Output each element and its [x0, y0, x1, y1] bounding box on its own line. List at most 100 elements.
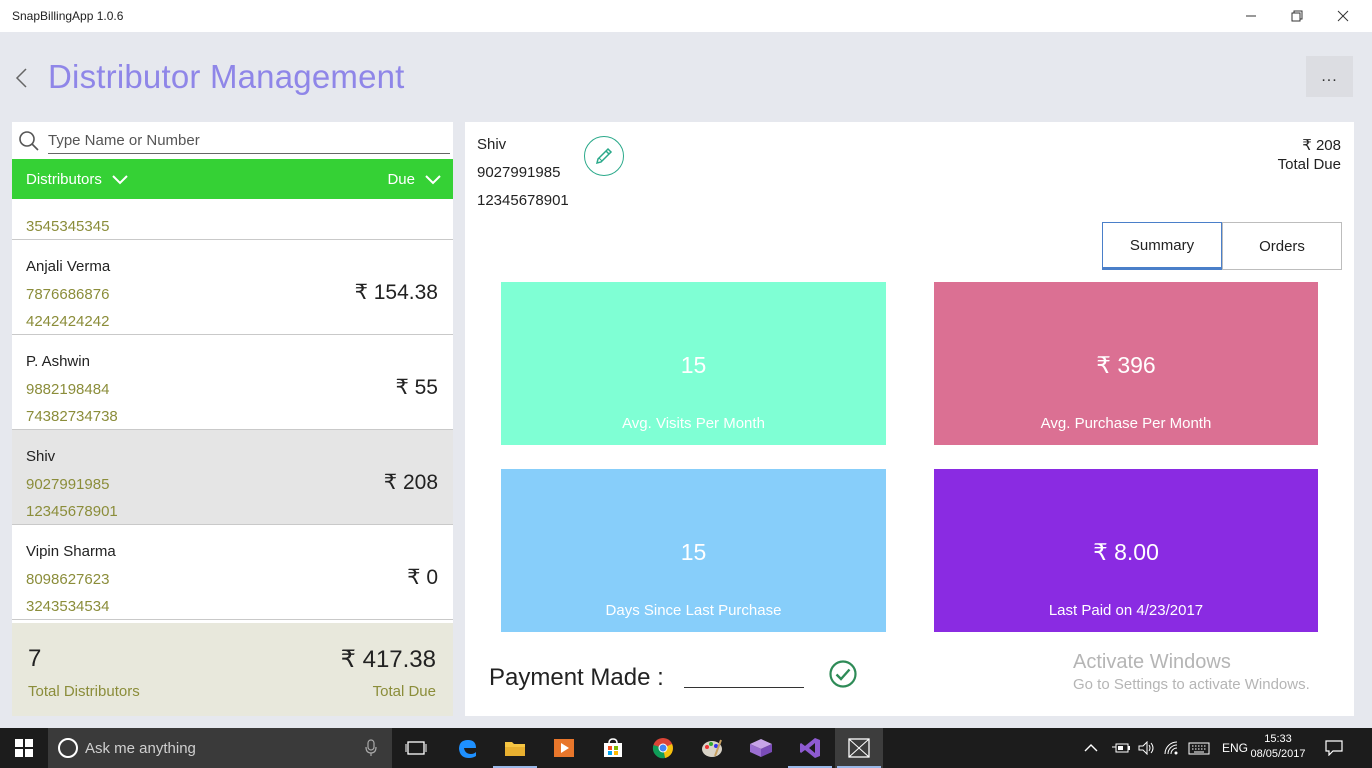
distributor-list-panel: Distributors Due 3545345345 Anjali Verma…	[12, 122, 453, 716]
back-button[interactable]	[10, 62, 34, 94]
confirm-payment-button[interactable]	[828, 659, 858, 689]
search-input[interactable]	[48, 128, 450, 154]
detail-due-label: Total Due	[1277, 156, 1341, 173]
stat-card-last-paid: ₹ 8.00 Last Paid on 4/23/2017	[934, 469, 1318, 632]
stat-card-avg-purchase: ₹ 396 Avg. Purchase Per Month	[934, 282, 1318, 445]
paint-button[interactable]	[688, 728, 736, 768]
distributor-name: Anjali Verma	[26, 258, 111, 275]
distributor-list[interactable]: 3545345345 Anjali Verma 7876686876 42424…	[12, 199, 453, 623]
total-distributors-count: 7	[28, 645, 42, 672]
search-icon	[19, 131, 39, 151]
total-distributors-label: Total Distributors	[28, 683, 140, 700]
list-item-selected[interactable]: Shiv 9027991985 12345678901 ₹ 208	[12, 430, 453, 525]
chrome-button[interactable]	[639, 728, 687, 768]
language-indicator[interactable]: ENG	[1222, 741, 1248, 755]
visual-studio-button[interactable]	[786, 728, 834, 768]
payment-made-label: Payment Made :	[489, 664, 664, 691]
list-item[interactable]: P. Ashwin 9882198484 74382734738 ₹ 55	[12, 335, 453, 430]
chevron-up-icon[interactable]	[1084, 743, 1098, 753]
store-bag-icon	[604, 738, 622, 757]
video-icon	[554, 739, 574, 757]
distributor-name: P. Ashwin	[26, 353, 90, 370]
distributor-phone1: 9882198484	[26, 381, 110, 398]
page-title: Distributor Management	[48, 58, 405, 95]
tab-summary[interactable]: Summary	[1102, 222, 1222, 270]
app-cube-icon	[750, 739, 772, 757]
stat-value: 15	[680, 539, 707, 565]
app-window-icon	[848, 738, 870, 758]
app-button[interactable]	[737, 728, 785, 768]
edge-icon	[459, 740, 476, 758]
distributor-phone2: 12345678901	[26, 503, 118, 520]
task-view-button[interactable]	[392, 728, 440, 768]
chevron-left-icon	[15, 68, 27, 88]
distributor-detail-panel: Shiv 9027991985 12345678901 ₹ 208 Total …	[465, 122, 1354, 716]
distributor-phone1: 9027991985	[26, 476, 110, 493]
payment-amount-input[interactable]	[684, 668, 804, 688]
cortana-icon	[58, 738, 78, 758]
clock-time: 15:33	[1264, 733, 1292, 745]
distributor-due: ₹ 55	[395, 376, 438, 399]
distributor-phone2: 3545345345	[26, 218, 110, 235]
activate-windows-title: Activate Windows	[1073, 651, 1231, 673]
detail-name: Shiv	[477, 136, 507, 153]
volume-icon[interactable]	[1138, 741, 1156, 755]
search-box	[12, 122, 453, 159]
keyboard-icon[interactable]	[1188, 741, 1210, 755]
system-tray: ENG	[1084, 728, 1248, 768]
folder-icon	[505, 742, 525, 756]
pencil-icon	[595, 147, 613, 165]
stat-label: Avg. Purchase Per Month	[1040, 415, 1212, 432]
file-explorer-button[interactable]	[491, 728, 539, 768]
list-header: Distributors Due	[12, 159, 453, 199]
minimize-icon	[1246, 15, 1256, 17]
edge-browser-button[interactable]	[443, 728, 491, 768]
restore-button[interactable]	[1274, 0, 1320, 32]
action-center-button[interactable]	[1310, 728, 1358, 768]
sort-due-button[interactable]: Due	[387, 171, 441, 188]
distributor-phone2: 4242424242	[26, 313, 110, 330]
list-item[interactable]: Anjali Verma 7876686876 4242424242 ₹ 154…	[12, 240, 453, 335]
window-title: SnapBillingApp 1.0.6	[12, 9, 124, 23]
stat-label: Avg. Visits Per Month	[622, 415, 765, 432]
distributor-name: Shiv	[26, 448, 56, 465]
tab-orders[interactable]: Orders	[1222, 222, 1342, 270]
task-view-icon	[405, 741, 427, 755]
detail-tabs: Summary Orders	[1102, 222, 1342, 270]
store-button[interactable]	[589, 728, 637, 768]
snapbilling-app-button[interactable]	[835, 728, 883, 768]
wifi-icon[interactable]	[1164, 741, 1180, 755]
close-icon	[1337, 10, 1349, 22]
clock[interactable]: 15:33 08/05/2017	[1246, 732, 1310, 762]
windows-logo-icon	[15, 739, 33, 757]
stat-card-avg-visits: 15 Avg. Visits Per Month	[501, 282, 886, 445]
total-due-amount: ₹ 417.38	[340, 646, 436, 673]
activate-windows-subtitle: Go to Settings to activate Windows.	[1073, 676, 1310, 693]
start-button[interactable]	[0, 728, 48, 768]
list-item[interactable]: 3545345345	[12, 199, 453, 240]
clock-date: 08/05/2017	[1250, 748, 1306, 760]
more-options-button[interactable]: ...	[1306, 56, 1353, 97]
distributor-name: Vipin Sharma	[26, 543, 116, 560]
minimize-button[interactable]	[1228, 0, 1274, 32]
restore-icon	[1291, 10, 1303, 22]
detail-phone2: 12345678901	[477, 192, 569, 209]
cortana-placeholder: Ask me anything	[85, 740, 196, 757]
detail-phone1: 9027991985	[477, 164, 561, 181]
list-item[interactable]: Vipin Sharma 8098627623 3243534534 ₹ 0	[12, 525, 453, 620]
total-due-label: Total Due	[372, 683, 436, 700]
distributor-phone1: 7876686876	[26, 286, 110, 303]
media-player-button[interactable]	[540, 728, 588, 768]
sort-distributors-button[interactable]: Distributors	[26, 171, 128, 188]
distributor-due: ₹ 154.38	[354, 281, 438, 304]
battery-icon[interactable]	[1112, 741, 1130, 755]
cortana-search[interactable]: Ask me anything	[48, 728, 392, 768]
chevron-down-icon	[425, 174, 441, 184]
distributors-header-label: Distributors	[26, 171, 102, 188]
microphone-icon[interactable]	[364, 739, 378, 757]
taskbar: Ask me anything ENG 15:33 08/05/2017	[0, 728, 1372, 768]
stat-label: Last Paid on 4/23/2017	[1048, 602, 1204, 619]
distributor-phone2: 3243534534	[26, 598, 110, 615]
close-button[interactable]	[1320, 0, 1366, 32]
edit-button[interactable]	[584, 136, 624, 176]
